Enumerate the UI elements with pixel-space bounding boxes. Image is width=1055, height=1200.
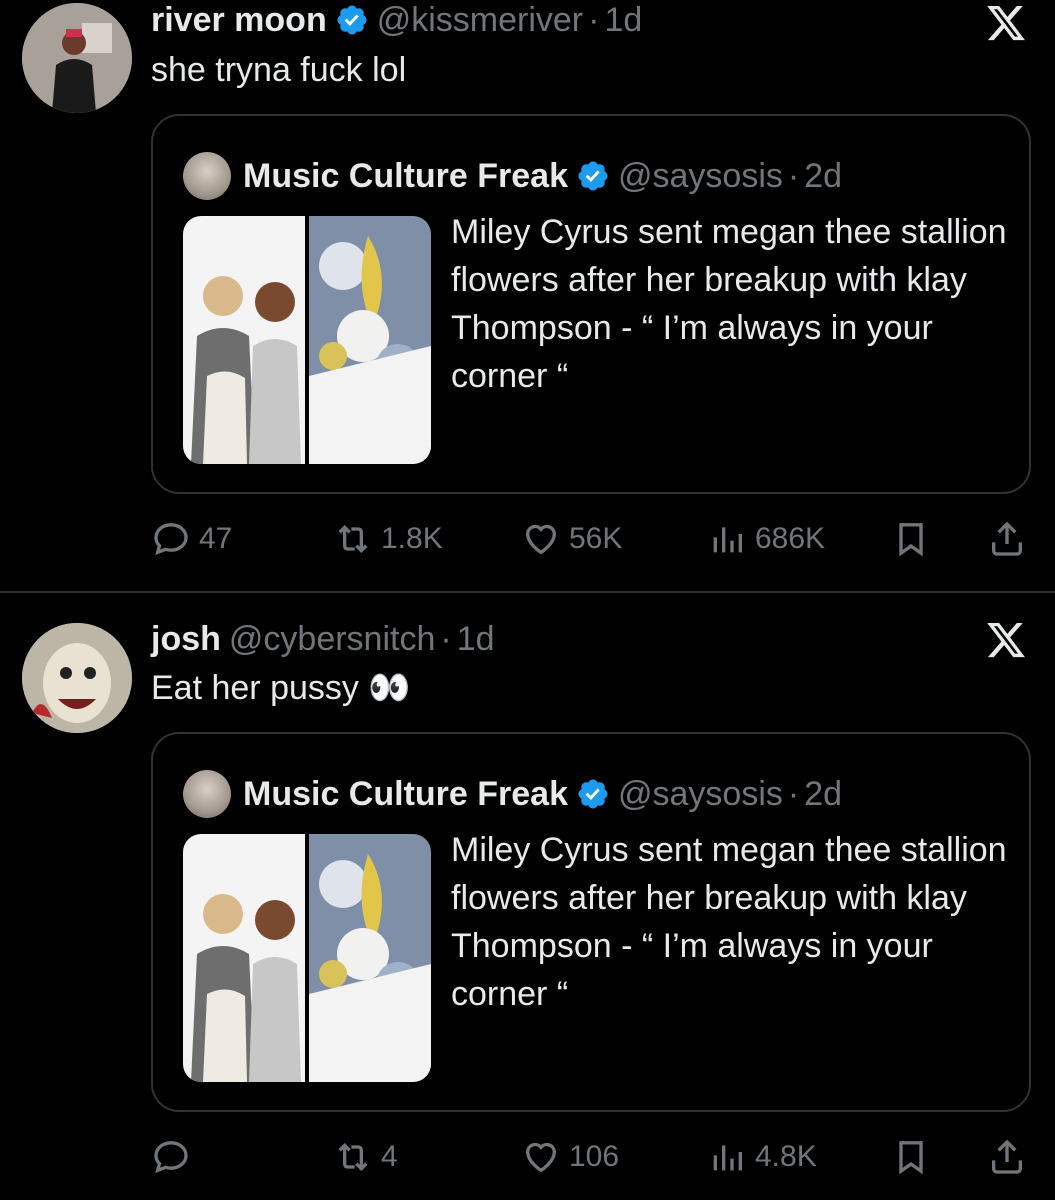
quoted-avatar	[183, 152, 231, 200]
tweet-actions: 47 1.8K 56K 686K	[151, 515, 1031, 563]
repost-count: 1.8K	[381, 522, 443, 555]
quoted-author-handle: @saysosis	[617, 156, 783, 195]
tweet-actions: 4 106 4.8K	[151, 1133, 1031, 1181]
bookmark-button[interactable]	[891, 515, 931, 563]
verified-badge-icon	[337, 5, 367, 35]
quoted-timestamp: 2d	[804, 156, 843, 195]
views-icon	[713, 1145, 742, 1171]
share-icon	[992, 521, 1022, 556]
repost-button[interactable]: 4	[333, 1133, 398, 1181]
quoted-tweet-text: Miley Cyrus sent megan thee stallion flo…	[451, 831, 1007, 1013]
like-count: 106	[569, 1140, 620, 1173]
reply-icon	[154, 523, 188, 556]
quoted-tweet[interactable]: Music Culture Freak @saysosis · 2d Miley…	[151, 114, 1031, 494]
avatar[interactable]	[22, 3, 132, 113]
tweet-header: river moon @kissmeriver · 1d	[151, 0, 642, 40]
heart-icon	[525, 524, 557, 555]
x-logo-icon	[985, 2, 1027, 44]
view-count: 4.8K	[755, 1140, 817, 1173]
x-logo-icon	[985, 619, 1027, 661]
repost-icon	[338, 524, 368, 554]
author-handle[interactable]: @cybersnitch	[229, 619, 435, 659]
like-button[interactable]: 106	[521, 1133, 619, 1181]
views-button[interactable]: 686K	[707, 515, 825, 563]
quoted-author-handle: @saysosis	[617, 774, 783, 813]
avatar-photo	[22, 623, 132, 733]
reply-button[interactable]: 47	[151, 515, 232, 563]
tweet-text: Eat her pussy 👀	[151, 669, 411, 707]
avatar-photo	[22, 3, 132, 113]
like-count: 56K	[569, 522, 623, 555]
views-button[interactable]: 4.8K	[707, 1133, 817, 1181]
repost-count: 4	[381, 1140, 398, 1173]
share-button[interactable]	[987, 515, 1027, 563]
verified-badge-icon	[578, 161, 608, 191]
tweet-header: josh @cybersnitch · 1d	[151, 619, 495, 659]
author-name[interactable]: josh	[151, 619, 221, 659]
quoted-author-name: Music Culture Freak	[243, 156, 568, 195]
quoted-tweet-header: Music Culture Freak @saysosis · 2d	[183, 770, 842, 818]
bookmark-icon	[899, 523, 923, 557]
repost-icon	[338, 1142, 368, 1172]
reply-button[interactable]	[151, 1133, 199, 1181]
heart-icon	[525, 1142, 557, 1173]
author-handle[interactable]: @kissmeriver	[377, 0, 583, 40]
like-button[interactable]: 56K	[521, 515, 622, 563]
verified-badge-icon	[578, 779, 608, 809]
separator: ·	[787, 156, 800, 195]
tweet-text: she tryna fuck lol	[151, 51, 407, 89]
view-count: 686K	[755, 522, 826, 555]
separator: ·	[787, 774, 800, 813]
quoted-tweet[interactable]: Music Culture Freak @saysosis · 2d Miley…	[151, 732, 1031, 1112]
timestamp[interactable]: 1d	[604, 0, 642, 40]
bookmark-button[interactable]	[891, 1133, 931, 1181]
quoted-avatar	[183, 770, 231, 818]
separator: ·	[440, 620, 452, 658]
quoted-author-name: Music Culture Freak	[243, 774, 568, 813]
separator: ·	[588, 1, 600, 39]
quoted-timestamp: 2d	[804, 774, 843, 813]
views-icon	[713, 527, 742, 553]
bookmark-icon	[899, 1141, 923, 1175]
quoted-tweet-text: Miley Cyrus sent megan thee stallion flo…	[451, 213, 1007, 395]
quoted-media-thumbnail[interactable]	[183, 834, 431, 1082]
author-name[interactable]: river moon	[151, 0, 327, 40]
share-button[interactable]	[987, 1133, 1027, 1181]
share-icon	[992, 1139, 1022, 1174]
avatar[interactable]	[22, 623, 132, 733]
reply-icon	[154, 1141, 188, 1174]
quoted-tweet-header: Music Culture Freak @saysosis · 2d	[183, 152, 842, 200]
timestamp[interactable]: 1d	[457, 619, 495, 659]
reply-count: 47	[199, 522, 233, 555]
repost-button[interactable]: 1.8K	[333, 515, 443, 563]
quoted-media-thumbnail[interactable]	[183, 216, 431, 464]
